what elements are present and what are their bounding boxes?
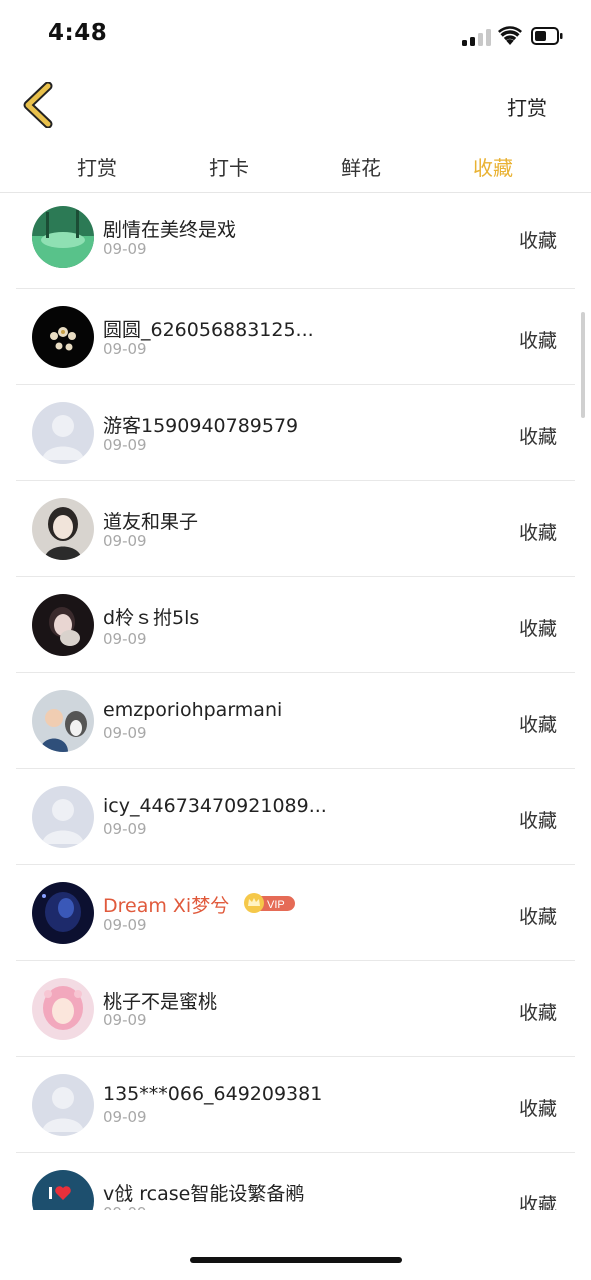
user-name: emzporiohparmani <box>103 699 283 721</box>
favorite-action[interactable]: 收藏 <box>519 614 557 641</box>
status-time: 4:48 <box>48 20 108 46</box>
item-date: 09-09 <box>103 340 147 358</box>
battery-icon <box>531 27 563 45</box>
user-avatar[interactable] <box>32 1170 94 1210</box>
tab-bar: 打赏 打卡 鲜花 收藏 <box>0 140 591 193</box>
user-avatar[interactable] <box>32 306 94 368</box>
favorite-action[interactable]: 收藏 <box>519 710 557 737</box>
item-date: 09-09 <box>103 240 147 258</box>
favorite-action[interactable]: 收藏 <box>519 902 557 929</box>
user-avatar[interactable] <box>32 206 94 268</box>
tab-checkin[interactable]: 打卡 <box>163 152 295 181</box>
list-item[interactable]: 桃子不是蜜桃 09-09 收藏 <box>0 961 591 1057</box>
tab-reward[interactable]: 打赏 <box>31 152 163 181</box>
default-avatar-icon[interactable] <box>32 786 94 848</box>
back-chevron-icon[interactable] <box>18 82 58 128</box>
favorite-action[interactable]: 收藏 <box>519 518 557 545</box>
favorites-list[interactable]: 剧情在美终是戏 09-09 收藏 圆圆_626056883125... 09-0… <box>0 193 591 1210</box>
item-date: 09-09 <box>103 436 147 454</box>
vip-label: VIP <box>267 899 285 911</box>
default-avatar-icon[interactable] <box>32 402 94 464</box>
favorite-action[interactable]: 收藏 <box>519 1190 557 1210</box>
reward-header-button[interactable]: 打赏 <box>507 92 547 121</box>
list-item[interactable]: 剧情在美终是戏 09-09 收藏 <box>0 193 591 289</box>
item-date: 09-09 <box>103 532 147 550</box>
wifi-icon <box>498 26 522 45</box>
list-item[interactable]: emzporiohparmani 09-09 收藏 <box>0 673 591 769</box>
favorite-action[interactable]: 收藏 <box>519 806 557 833</box>
list-item[interactable]: d柃ｓ拊5ls 09-09 收藏 <box>0 577 591 673</box>
status-bar: 4:48 <box>0 0 591 66</box>
favorite-action[interactable]: 收藏 <box>519 422 557 449</box>
item-date: 09-09 <box>103 916 147 934</box>
user-name: 剧情在美终是戏 <box>103 219 237 241</box>
user-avatar[interactable] <box>32 594 94 656</box>
item-date: 09-09 <box>103 1204 147 1210</box>
list-item[interactable]: Dream Xi梦兮 VIP 09-09 收藏 <box>0 865 591 961</box>
tab-favorites[interactable]: 收藏 <box>427 152 559 181</box>
user-name: 游客1590940789579 <box>103 415 299 437</box>
tab-flowers[interactable]: 鲜花 <box>295 152 427 181</box>
list-item[interactable]: 135***066_649209381 09-09 收藏 <box>0 1057 591 1153</box>
item-date: 09-09 <box>103 820 147 838</box>
vip-user-name: Dream Xi梦兮 <box>103 895 230 917</box>
nav-header: 打赏 <box>0 70 591 140</box>
favorite-action[interactable]: 收藏 <box>519 326 557 353</box>
item-date: 09-09 <box>103 724 147 742</box>
list-item[interactable]: icy_44673470921089... 09-09 收藏 <box>0 769 591 865</box>
item-date: 09-09 <box>103 1011 147 1029</box>
favorite-action[interactable]: 收藏 <box>519 998 557 1025</box>
user-avatar[interactable] <box>32 690 94 752</box>
user-avatar[interactable] <box>32 882 94 944</box>
list-item[interactable]: 游客1590940789579 09-09 收藏 <box>0 385 591 481</box>
item-date: 09-09 <box>103 630 147 648</box>
list-scrollbar[interactable] <box>581 312 585 418</box>
user-avatar[interactable] <box>32 978 94 1040</box>
user-name: icy_44673470921089... <box>103 795 327 817</box>
user-name: 桃子不是蜜桃 <box>103 991 218 1013</box>
user-name: 道友和果子 <box>103 511 199 533</box>
list-item[interactable]: 圆圆_626056883125... 09-09 收藏 <box>0 289 591 385</box>
user-name: 圆圆_626056883125... <box>103 319 314 341</box>
cellular-signal-icon <box>462 28 492 46</box>
default-avatar-icon[interactable] <box>32 1074 94 1136</box>
user-name: v戗 rcase智能设繁备鹇 <box>103 1183 305 1205</box>
user-name: d柃ｓ拊5ls <box>103 607 200 629</box>
favorite-action[interactable]: 收藏 <box>519 226 557 253</box>
user-name: 135***066_649209381 <box>103 1083 323 1105</box>
vip-crown-badge-icon: VIP <box>244 893 295 913</box>
list-item[interactable]: v戗 rcase智能设繁备鹇 09-09 收藏 <box>0 1153 591 1210</box>
list-item[interactable]: 道友和果子 09-09 收藏 <box>0 481 591 577</box>
home-indicator[interactable] <box>190 1257 402 1263</box>
user-avatar[interactable] <box>32 498 94 560</box>
favorite-action[interactable]: 收藏 <box>519 1094 557 1121</box>
item-date: 09-09 <box>103 1108 147 1126</box>
